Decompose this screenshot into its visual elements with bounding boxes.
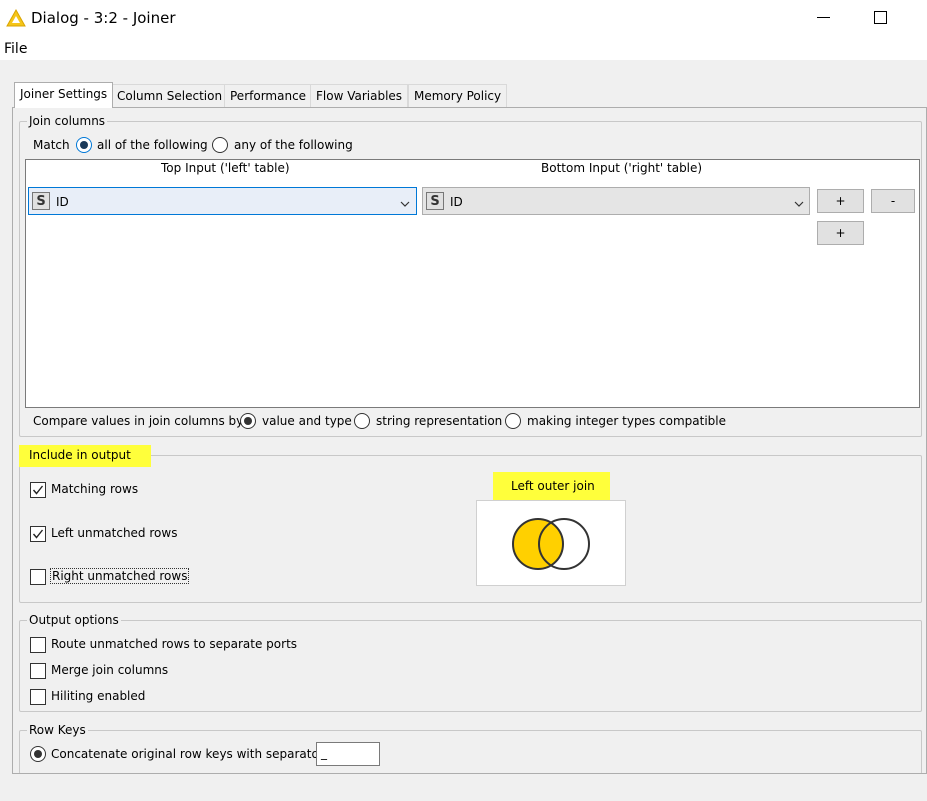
menu-bar [0, 36, 927, 60]
compare-integer-radio[interactable] [505, 413, 521, 429]
right-unmatched-checkbox[interactable] [30, 569, 46, 585]
maximize-icon[interactable] [874, 11, 887, 24]
hiliting-checkbox[interactable] [30, 689, 46, 705]
venn-diagram-box [476, 500, 626, 586]
compare-label: Compare values in join columns by [33, 414, 244, 428]
menu-file[interactable]: File [4, 41, 27, 57]
compare-value-type-radio[interactable] [240, 413, 256, 429]
right-unmatched-label: Right unmatched rows [49, 568, 190, 584]
match-any-label: any of the following [234, 138, 353, 152]
merge-columns-checkbox[interactable] [30, 663, 46, 679]
left-column-select[interactable] [28, 187, 417, 215]
add-row-button[interactable]: + [817, 189, 864, 213]
panel-bottom-border [12, 773, 927, 774]
tab-performance[interactable]: Performance [224, 84, 313, 107]
left-unmatched-label: Left unmatched rows [51, 526, 178, 540]
match-all-radio[interactable] [76, 137, 92, 153]
left-column-value: ID [56, 195, 69, 209]
remove-row-button[interactable]: - [871, 189, 915, 213]
match-any-radio[interactable] [212, 137, 228, 153]
right-column-value: ID [450, 195, 463, 209]
join-columns-title: Join columns [27, 114, 108, 128]
hiliting-label: Hiliting enabled [51, 689, 146, 703]
tab-flow-variables[interactable]: Flow Variables [310, 84, 409, 107]
join-type-label: Left outer join [511, 479, 595, 493]
tab-column-selection[interactable]: Column Selection [111, 84, 229, 107]
separator-input[interactable]: _ [316, 742, 380, 766]
compare-value-type-label: value and type [262, 414, 352, 428]
right-column-select[interactable] [422, 187, 810, 215]
chevron-down-icon[interactable] [794, 197, 804, 211]
string-type-icon: S [32, 192, 50, 210]
matching-rows-checkbox[interactable] [30, 482, 46, 498]
venn-diagram-icon [512, 518, 590, 570]
minimize-icon[interactable] [817, 17, 830, 18]
knime-triangle-icon [6, 8, 26, 27]
tab-joiner-settings[interactable]: Joiner Settings [14, 82, 114, 108]
matching-rows-label: Matching rows [51, 482, 139, 496]
top-input-header: Top Input ('left' table) [161, 161, 290, 175]
output-options-title: Output options [27, 613, 121, 627]
row-keys-title: Row Keys [27, 723, 88, 737]
window-title: Dialog - 3:2 - Joiner [31, 9, 176, 27]
bottom-input-header: Bottom Input ('right' table) [541, 161, 703, 175]
string-type-icon: S [426, 192, 444, 210]
compare-string-radio[interactable] [354, 413, 370, 429]
compare-string-label: string representation [376, 414, 503, 428]
route-unmatched-checkbox[interactable] [30, 637, 46, 653]
chevron-down-icon[interactable] [400, 197, 410, 211]
route-unmatched-label: Route unmatched rows to separate ports [51, 637, 298, 651]
match-label: Match [33, 138, 70, 152]
add-row-button-2[interactable]: + [817, 221, 864, 245]
left-unmatched-checkbox[interactable] [30, 526, 46, 542]
compare-integer-label: making integer types compatible [527, 414, 726, 428]
concatenate-radio[interactable] [30, 746, 46, 762]
merge-columns-label: Merge join columns [51, 663, 169, 677]
tab-memory-policy[interactable]: Memory Policy [408, 84, 508, 107]
include-output-title: Include in output [29, 448, 131, 462]
concatenate-label: Concatenate original row keys with separ… [51, 747, 324, 761]
match-all-label: all of the following [97, 138, 208, 152]
